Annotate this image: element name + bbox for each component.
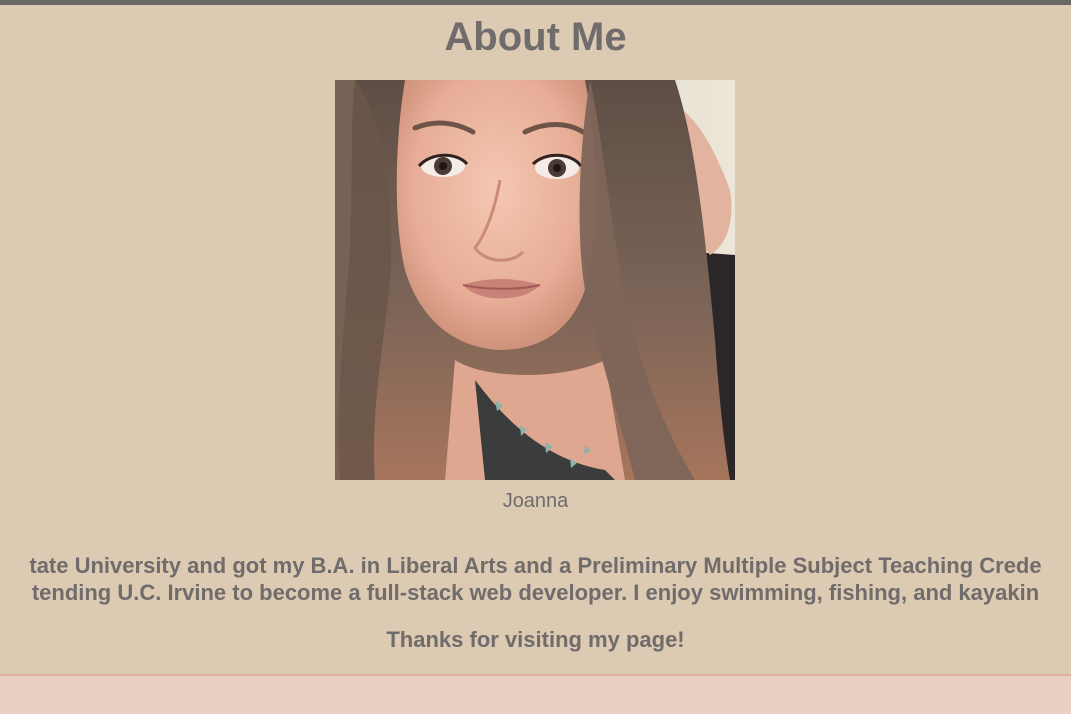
bio-line-2: tending U.C. Irvine to become a full-sta… — [31, 580, 1040, 605]
top-bar — [0, 0, 1071, 5]
footer — [0, 674, 1071, 714]
page-title: About Me — [444, 15, 627, 59]
bio-text: tate University and got my B.A. in Liber… — [0, 552, 1071, 606]
thanks-message: Thanks for visiting my page! — [386, 627, 685, 652]
bio-line-1: tate University and got my B.A. in Liber… — [29, 553, 1042, 578]
photo-caption: Joanna — [502, 490, 569, 512]
bio-section: tate University and got my B.A. in Liber… — [0, 552, 1071, 612]
profile-photo — [335, 80, 735, 480]
